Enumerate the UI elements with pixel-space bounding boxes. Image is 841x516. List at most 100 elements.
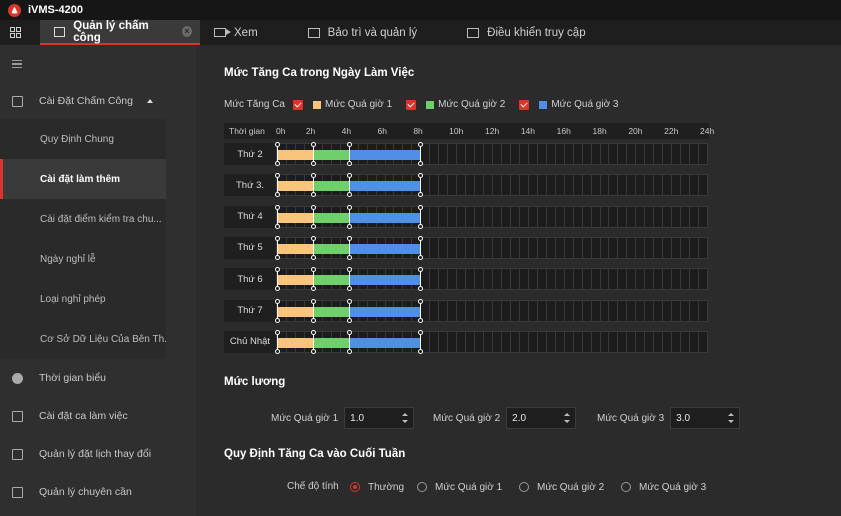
segment-handle[interactable]	[310, 204, 316, 229]
sidebar-group-attendance-settings[interactable]: Cài Đặt Chấm Công	[0, 83, 196, 119]
radio-level-3[interactable]: Mức Quá giờ 3	[621, 479, 706, 495]
sidebar-item-checkpoint-settings[interactable]: Cài đặt điểm kiểm tra chu...	[0, 199, 166, 239]
grid-tick	[474, 269, 476, 290]
segment-handle[interactable]	[310, 173, 316, 198]
segment-handle[interactable]	[418, 173, 424, 198]
level-2-checkbox[interactable]	[406, 99, 417, 110]
tab-maintenance[interactable]: Bảo trì và quản lý	[294, 20, 432, 45]
sidebar-item-label: Cài đặt điểm kiểm tra chu...	[40, 213, 162, 225]
day-timeline-track[interactable]	[275, 298, 708, 323]
grid-tick	[500, 237, 502, 258]
segment-handle[interactable]	[310, 329, 316, 354]
overtime-segment-level-2[interactable]	[312, 275, 349, 286]
day-timeline-track[interactable]	[275, 329, 708, 354]
sidebar-group-shift-settings[interactable]: Cài đặt ca làm việc	[0, 397, 196, 435]
wage-label: Mức Quá giờ 2	[433, 412, 501, 424]
overtime-segment-level-3[interactable]	[348, 243, 421, 254]
sidebar-group-timetable[interactable]: Thời gian biểu	[0, 359, 196, 397]
close-icon[interactable]: ×	[181, 26, 192, 37]
overtime-segment-level-2[interactable]	[312, 337, 349, 348]
stepper-icon[interactable]	[402, 413, 409, 423]
tab-access-control[interactable]: Điều khiển truy cập	[453, 20, 599, 45]
sidebar-group-attendance-management[interactable]: Quản lý chuyên cần	[0, 473, 196, 511]
module-grid-icon[interactable]	[0, 20, 30, 45]
stepper-icon[interactable]	[564, 413, 571, 423]
segment-handle[interactable]	[418, 204, 424, 229]
grid-tick	[500, 300, 502, 321]
grid-tick	[662, 237, 664, 258]
day-timeline-track[interactable]	[275, 142, 708, 166]
overtime-segment-level-1[interactable]	[277, 275, 313, 286]
segment-handle[interactable]	[275, 267, 280, 292]
segment-handle[interactable]	[275, 204, 280, 229]
tab-attendance[interactable]: Quản lý chấm công ×	[40, 20, 200, 45]
overtime-segment-level-3[interactable]	[348, 306, 421, 317]
overtime-segment-level-2[interactable]	[312, 306, 349, 317]
day-timeline-track[interactable]	[275, 173, 708, 198]
day-timeline-track[interactable]	[275, 235, 708, 260]
segment-handle[interactable]	[418, 298, 424, 323]
overtime-segment-level-1[interactable]	[277, 212, 313, 223]
sidebar-item-holidays[interactable]: Ngày nghỉ lễ	[0, 239, 166, 279]
segment-handle[interactable]	[346, 173, 352, 198]
segment-handle[interactable]	[346, 267, 352, 292]
segment-handle[interactable]	[346, 329, 352, 354]
radio-normal[interactable]: Thường	[350, 479, 404, 495]
overtime-segment-level-3[interactable]	[348, 337, 421, 348]
segment-handle[interactable]	[346, 235, 352, 260]
grid-tick	[492, 175, 493, 196]
grid-tick	[680, 269, 682, 290]
grid-tick	[492, 300, 493, 321]
grid-tick	[653, 269, 655, 290]
overtime-segment-level-3[interactable]	[348, 150, 421, 160]
sidebar-item-leave-types[interactable]: Loại nghỉ phép	[0, 279, 166, 319]
radio-level-1[interactable]: Mức Quá giờ 1	[417, 479, 502, 495]
level-1-checkbox[interactable]	[292, 99, 303, 110]
segment-handle[interactable]	[310, 235, 316, 260]
segment-handle[interactable]	[275, 329, 280, 354]
grid-tick	[662, 206, 664, 227]
overtime-segment-level-1[interactable]	[277, 150, 313, 160]
sidebar-item-third-party-db[interactable]: Cơ Sở Dữ Liệu Của Bên Th...	[0, 319, 166, 359]
day-timeline-track[interactable]	[275, 204, 708, 229]
segment-handle[interactable]	[275, 142, 280, 166]
overtime-segment-level-1[interactable]	[277, 337, 313, 348]
overtime-segment-level-1[interactable]	[277, 306, 313, 317]
grid-tick	[483, 175, 485, 196]
sidebar-group-schedule-change[interactable]: Quản lý đặt lịch thay đổi	[0, 435, 196, 473]
sidebar-item-general-rules[interactable]: Quy Định Chung	[0, 119, 166, 159]
segment-handle[interactable]	[418, 235, 424, 260]
segment-handle[interactable]	[418, 267, 424, 292]
segment-handle[interactable]	[310, 267, 316, 292]
overtime-segment-level-3[interactable]	[348, 181, 421, 192]
radio-level-2[interactable]: Mức Quá giờ 2	[519, 479, 604, 495]
overtime-segment-level-2[interactable]	[312, 150, 349, 160]
segment-handle[interactable]	[310, 298, 316, 323]
tab-view[interactable]: Xem	[200, 20, 272, 45]
overtime-segment-level-3[interactable]	[348, 275, 421, 286]
overtime-segment-level-2[interactable]	[312, 212, 349, 223]
segment-handle[interactable]	[418, 329, 424, 354]
grid-tick	[653, 331, 655, 352]
sidebar-item-overtime-settings[interactable]: Cài đặt làm thêm	[0, 159, 166, 199]
segment-handle[interactable]	[346, 298, 352, 323]
overtime-segment-level-1[interactable]	[277, 181, 313, 192]
overtime-segment-level-2[interactable]	[312, 181, 349, 192]
time-axis-tick: 0h	[276, 126, 286, 136]
overtime-segment-level-3[interactable]	[348, 212, 421, 223]
overtime-segment-level-2[interactable]	[312, 243, 349, 254]
segment-handle[interactable]	[346, 142, 352, 166]
segment-handle[interactable]	[310, 142, 316, 166]
stepper-icon[interactable]	[728, 413, 735, 423]
menu-toggle[interactable]	[0, 45, 196, 83]
segment-handle[interactable]	[275, 298, 280, 323]
level-3-checkbox[interactable]	[519, 99, 530, 110]
segment-handle[interactable]	[346, 204, 352, 229]
overtime-segment-level-1[interactable]	[277, 243, 313, 254]
grid-tick	[617, 269, 619, 290]
day-timeline-track[interactable]	[275, 267, 708, 292]
grid-tick	[492, 269, 493, 290]
segment-handle[interactable]	[275, 235, 280, 260]
segment-handle[interactable]	[418, 142, 424, 166]
segment-handle[interactable]	[275, 173, 280, 198]
